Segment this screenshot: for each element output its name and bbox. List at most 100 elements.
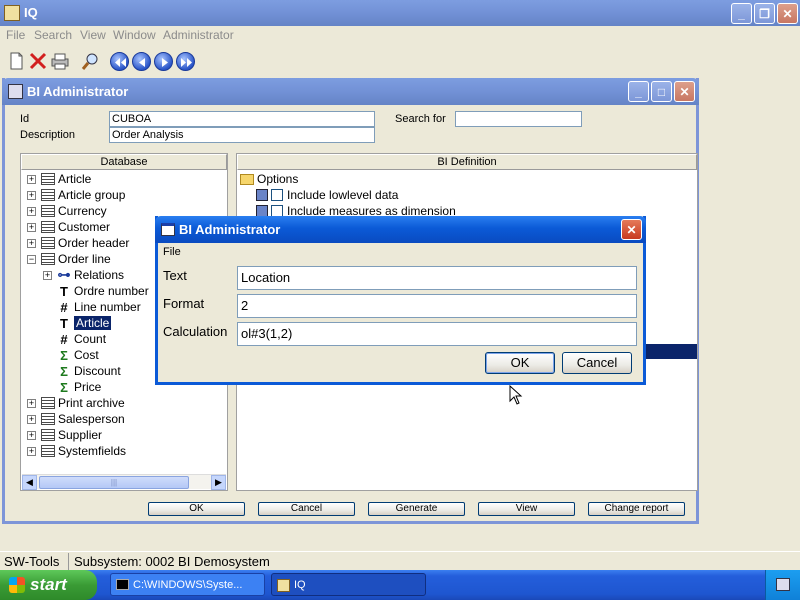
last-record-icon[interactable] (176, 52, 195, 71)
tree-node[interactable]: + Article group (27, 187, 125, 203)
tree-node[interactable]: + Article (27, 171, 91, 187)
dialog-ok-button[interactable]: OK (485, 352, 555, 374)
windows-logo-icon (9, 577, 25, 593)
print-icon[interactable] (50, 51, 70, 71)
search-icon[interactable] (80, 51, 100, 71)
table-icon (41, 429, 55, 441)
option-include-lowlevel[interactable]: Include lowlevel data (256, 187, 398, 203)
text-field-icon: T (60, 283, 68, 299)
scroll-left-icon[interactable]: ◀ (22, 475, 37, 490)
first-record-icon[interactable] (110, 52, 129, 71)
tree-node[interactable]: T Ordre number (43, 283, 149, 299)
tree-node-label: Supplier (58, 428, 103, 442)
search-input[interactable] (455, 111, 582, 127)
tree-node-label: Article (74, 316, 112, 330)
cancel-button[interactable]: Cancel (258, 502, 355, 516)
restore-button[interactable]: ❐ (754, 3, 775, 24)
next-record-icon[interactable] (154, 52, 173, 71)
status-subsystem: Subsystem: 0002 BI Demosystem (74, 554, 270, 569)
tree-node[interactable]: − Order line (27, 251, 111, 267)
collapse-icon[interactable]: − (27, 254, 36, 264)
expand-icon[interactable]: + (27, 222, 36, 232)
task-label: IQ (294, 578, 306, 591)
tree-node[interactable]: + Supplier (27, 427, 102, 443)
task-cmd[interactable]: C:\WINDOWS\Syste... (110, 573, 265, 596)
menu-file[interactable]: File (6, 28, 25, 42)
system-tray (765, 570, 800, 600)
expand-icon[interactable]: + (27, 430, 36, 440)
text-field[interactable]: Location (237, 266, 637, 290)
tree-node[interactable]: + Customer (27, 219, 110, 235)
dialog-close-button[interactable]: ✕ (621, 219, 642, 240)
bi-maximize-button[interactable]: □ (651, 81, 672, 102)
description-field[interactable]: Order Analysis (109, 127, 375, 143)
previous-record-icon[interactable] (132, 52, 151, 71)
tree-hscrollbar[interactable]: ◀ ||| ▶ (22, 474, 226, 490)
statusbar: SW-Tools Subsystem: 0002 BI Demosystem (0, 551, 800, 570)
description-label: Description (20, 129, 76, 141)
tree-node-label: Order line (58, 252, 111, 266)
start-button[interactable]: start (0, 570, 97, 600)
expand-icon[interactable]: + (27, 206, 36, 216)
tree-node[interactable]: + Salesperson (27, 411, 125, 427)
calculation-field[interactable]: ol#3(1,2) (237, 322, 637, 346)
tree-node-label: Currency (58, 204, 107, 218)
format-label: Format (163, 296, 205, 311)
tree-node-label: Print archive (58, 396, 125, 410)
expand-icon[interactable]: + (27, 414, 36, 424)
tree-node[interactable]: + Systemfields (27, 443, 126, 459)
tree-node[interactable]: Σ Cost (43, 347, 99, 363)
dialog-menu-file[interactable]: File (163, 246, 181, 258)
app-icon (4, 5, 20, 21)
text-label: Text (163, 268, 187, 283)
expand-icon[interactable]: + (43, 270, 52, 280)
format-field[interactable]: 2 (237, 294, 637, 318)
expand-icon[interactable]: + (27, 446, 36, 456)
menu-search[interactable]: Search (34, 28, 72, 42)
close-button[interactable]: ✕ (777, 3, 798, 24)
status-left: SW-Tools (4, 554, 60, 569)
generate-button[interactable]: Generate (368, 502, 465, 516)
tree-node-label: Article (58, 172, 92, 186)
id-label: Id (20, 113, 30, 125)
menu-view[interactable]: View (80, 28, 106, 42)
scroll-right-icon[interactable]: ▶ (211, 475, 226, 490)
bi-close-button[interactable]: ✕ (674, 81, 695, 102)
ok-button[interactable]: OK (148, 502, 245, 516)
tree-node[interactable]: # Count (43, 331, 106, 347)
network-icon[interactable] (776, 578, 790, 591)
change-report-button[interactable]: Change report (588, 502, 685, 516)
scroll-thumb[interactable]: ||| (39, 476, 189, 489)
tree-node-label: Line number (74, 300, 141, 314)
table-icon (41, 397, 55, 409)
options-node[interactable]: Options (240, 171, 298, 187)
dialog-title: BI Administrator (179, 222, 281, 237)
view-button[interactable]: View (478, 502, 575, 516)
tree-node[interactable]: # Line number (43, 299, 141, 315)
tree-node[interactable]: + Currency (27, 203, 107, 219)
tree-node[interactable]: + ⊶ Relations (43, 267, 124, 283)
expand-icon[interactable]: + (27, 174, 36, 184)
option-checkbox[interactable] (271, 189, 283, 201)
sum-field-icon: Σ (60, 347, 68, 363)
tree-node[interactable]: T Article (43, 315, 112, 331)
expand-icon[interactable]: + (27, 238, 36, 248)
tree-node[interactable]: Σ Discount (43, 363, 121, 379)
delete-icon[interactable] (28, 51, 48, 71)
tree-node[interactable]: + Order header (27, 235, 129, 251)
dialog-cancel-button[interactable]: Cancel (562, 352, 632, 374)
expand-icon[interactable]: + (27, 190, 36, 200)
table-icon (41, 237, 55, 249)
tree-node[interactable]: Σ Price (43, 379, 101, 395)
new-document-icon[interactable] (6, 51, 26, 71)
id-field[interactable]: CUBOA (109, 111, 375, 127)
menu-window[interactable]: Window (113, 28, 156, 42)
expand-icon[interactable]: + (27, 398, 36, 408)
tree-node-label: Count (74, 332, 107, 346)
minimize-button[interactable]: _ (731, 3, 752, 24)
task-iq[interactable]: IQ (271, 573, 426, 596)
tree-node[interactable]: + Print archive (27, 395, 125, 411)
table-icon (41, 205, 55, 217)
menu-administrator[interactable]: Administrator (163, 28, 234, 42)
bi-minimize-button[interactable]: _ (628, 81, 649, 102)
